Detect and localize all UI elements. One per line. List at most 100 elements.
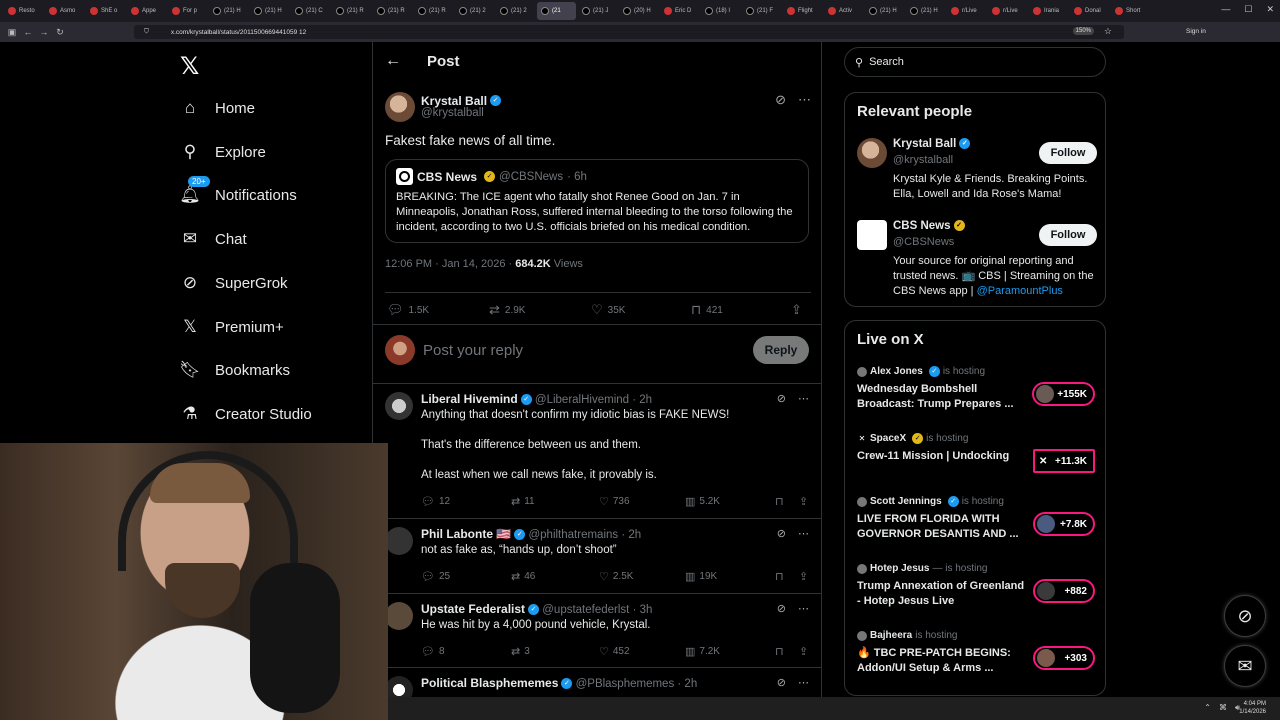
nav-explore[interactable]: ⚲ Explore <box>180 140 266 164</box>
bookmark-action[interactable]: ⊓ <box>775 645 784 658</box>
more-icon[interactable]: ⋯ <box>798 392 809 405</box>
nav-supergrok[interactable]: ⊘ SuperGrok <box>180 271 288 295</box>
reply-author-name[interactable]: Political Blasphememes <box>421 676 558 690</box>
author-handle[interactable]: @krystalball <box>421 107 484 119</box>
browser-tab[interactable]: (21 <box>537 2 576 20</box>
person-name[interactable]: CBS News ✓ <box>893 220 965 232</box>
live-item[interactable]: ✕ SpaceX ✓ is hosting Crew-11 Mission | Und… <box>857 433 1097 483</box>
person-handle[interactable]: @krystalball <box>893 154 953 166</box>
grok-fab-icon[interactable]: ⊘ <box>1224 595 1266 637</box>
browser-tab[interactable]: Resto <box>4 2 43 20</box>
live-listener-count[interactable]: +155K <box>1032 382 1095 406</box>
forward-icon[interactable]: → <box>36 27 52 37</box>
avatar[interactable] <box>385 92 415 122</box>
share-action[interactable]: ⇪ <box>799 495 808 508</box>
more-icon[interactable]: ⋯ <box>798 527 809 540</box>
browser-tab[interactable]: (21) J <box>578 2 617 20</box>
browser-tab[interactable]: r/Live <box>947 2 986 20</box>
views-action[interactable]: ▥ 7.2K <box>685 645 720 658</box>
reply-author-name[interactable]: Liberal Hivemind <box>421 392 518 406</box>
person-card[interactable]: Krystal Ball ✓ @krystalball Krystal Kyle … <box>857 138 1097 208</box>
live-listener-count[interactable]: +303 <box>1033 646 1095 670</box>
repost-action[interactable]: ⇄ 11 <box>511 495 535 508</box>
live-item[interactable]: Scott Jennings ✓ is hosting LIVE FROM FLOR… <box>857 496 1097 546</box>
reply-action[interactable]: 💬︎ 8 <box>421 645 445 658</box>
browser-tab[interactable]: For p <box>168 2 207 20</box>
live-listener-count[interactable]: +882 <box>1033 579 1095 603</box>
reply-item[interactable]: Liberal Hivemind ✓ @LiberalHivemind · 2h … <box>373 384 821 519</box>
share-action[interactable]: ⇪ <box>799 570 808 583</box>
minimize-icon[interactable]: — <box>1221 4 1230 15</box>
like-action[interactable]: ♡ 35K <box>591 302 625 318</box>
browser-tab[interactable]: (21) R <box>414 2 453 20</box>
reply-author-name[interactable]: Phil Labonte 🇺🇸 <box>421 527 511 541</box>
follow-button[interactable]: Follow <box>1039 224 1097 246</box>
reply-author-handle[interactable]: @LiberalHivemind <box>535 394 629 406</box>
grok-icon[interactable]: ⊘ <box>777 676 786 689</box>
chevron-up-icon[interactable]: ⌃ <box>1204 703 1211 713</box>
nav-home[interactable]: ⌂ Home <box>180 96 255 120</box>
follow-button[interactable]: Follow <box>1039 142 1097 164</box>
like-action[interactable]: ♡ 452 <box>599 645 630 658</box>
network-icon[interactable]: ⌘ <box>1219 703 1227 713</box>
reply-button[interactable]: Reply <box>753 336 809 364</box>
live-item[interactable]: Bajheera is hosting 🔥 TBC PRE-PATCH BEGIN… <box>857 630 1097 680</box>
bookmark-action[interactable]: ⊓ <box>775 570 784 583</box>
browser-tab[interactable]: ShE o <box>86 2 125 20</box>
author-name[interactable]: Krystal Ball <box>421 94 487 108</box>
reply-item[interactable]: Phil Labonte 🇺🇸 ✓ @philthatremains · 2h ⊘… <box>373 519 821 594</box>
messages-fab-icon[interactable]: ✉ <box>1224 645 1266 687</box>
reply-author-handle[interactable]: @PBlasphememes <box>576 678 675 690</box>
browser-tab[interactable]: Appe <box>127 2 166 20</box>
reply-action[interactable]: 💬︎ 1.5K <box>387 302 429 318</box>
browser-tab[interactable]: r/Live <box>988 2 1027 20</box>
browser-tab[interactable]: Short <box>1111 2 1150 20</box>
browser-tab[interactable]: Donal <box>1070 2 1109 20</box>
repost-action[interactable]: ⇄ 2.9K <box>489 302 525 318</box>
browser-tab[interactable]: (18) I <box>701 2 740 20</box>
browser-tab[interactable]: (21) H <box>865 2 904 20</box>
avatar[interactable] <box>385 527 413 555</box>
more-icon[interactable]: ⋯ <box>798 602 809 615</box>
browser-tab[interactable]: Activ <box>824 2 863 20</box>
browser-tab[interactable]: (21) H <box>250 2 289 20</box>
browser-tab[interactable]: (21) 2 <box>496 2 535 20</box>
avatar[interactable] <box>857 138 887 168</box>
like-action[interactable]: ♡ 2.5K <box>599 570 633 583</box>
more-icon[interactable]: ⋯ <box>798 676 809 689</box>
browser-tab[interactable]: (21) H <box>906 2 945 20</box>
person-handle[interactable]: @CBSNews <box>893 236 954 248</box>
address-bar[interactable]: ⛉ x.com/krystalball/status/2011500669441… <box>134 25 1124 39</box>
reply-item[interactable]: Upstate Federalist ✓ @upstatefederlst · 3… <box>373 594 821 668</box>
system-clock[interactable]: 4:04 PM 1/14/2026 <box>1239 700 1266 716</box>
repost-action[interactable]: ⇄ 3 <box>511 645 530 658</box>
grok-icon[interactable]: ⊘ <box>777 392 786 405</box>
like-action[interactable]: ♡ 736 <box>599 495 630 508</box>
browser-tab[interactable]: Irania <box>1029 2 1068 20</box>
bio-link[interactable]: @ParamountPlus <box>977 285 1063 297</box>
live-listener-count[interactable]: ✕ +11.3K <box>1033 449 1095 473</box>
back-arrow-icon[interactable]: ← <box>385 52 401 70</box>
reply-author-handle[interactable]: @upstatefederlst <box>542 604 629 616</box>
browser-signin[interactable]: Sign in <box>1186 28 1206 35</box>
search-input[interactable]: ⚲ Search <box>844 47 1106 77</box>
zoom-badge[interactable]: 150% <box>1072 27 1094 35</box>
live-item[interactable]: Alex Jones ✓ is hosting Wednesday Bombshel… <box>857 366 1097 416</box>
live-listener-count[interactable]: +7.8K <box>1033 512 1095 536</box>
nav-creator-studio[interactable]: ⚗ Creator Studio <box>180 402 311 426</box>
browser-tab[interactable]: (20) H <box>619 2 658 20</box>
nav-chat[interactable]: ✉ Chat <box>180 227 247 251</box>
browser-tab[interactable]: Eric D <box>660 2 699 20</box>
reply-action[interactable]: 💬︎ 25 <box>421 570 450 583</box>
person-name[interactable]: Krystal Ball ✓ <box>893 138 971 150</box>
reply-author-handle[interactable]: @philthatremains <box>528 529 618 541</box>
nav-notifications[interactable]: 🔔︎ 20+ Notifications <box>179 176 297 207</box>
bookmark-action[interactable]: ⊓ <box>775 495 784 508</box>
avatar[interactable] <box>385 392 413 420</box>
grok-icon[interactable]: ⊘ <box>777 602 786 615</box>
repost-action[interactable]: ⇄ 46 <box>511 570 535 583</box>
star-icon[interactable]: ☆ <box>1104 26 1112 37</box>
views-action[interactable]: ▥ 19K <box>685 570 717 583</box>
more-icon[interactable]: ⋯ <box>798 92 811 108</box>
sidebar-toggle-icon[interactable]: ▣ <box>4 27 20 38</box>
